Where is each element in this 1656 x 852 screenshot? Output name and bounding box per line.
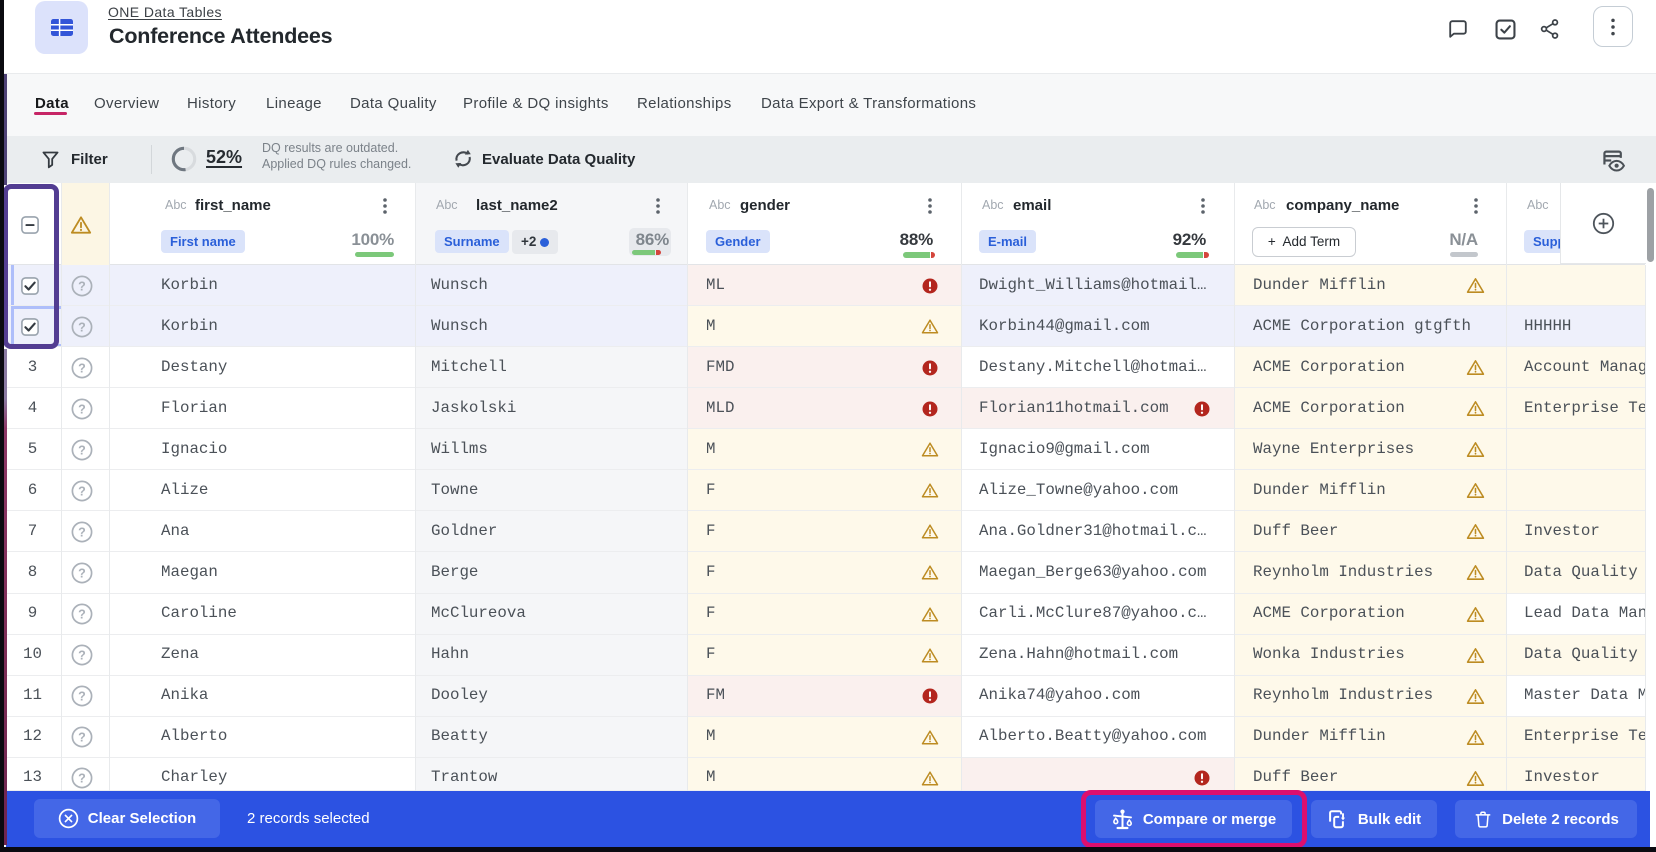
- svg-text:?: ?: [78, 690, 86, 704]
- svg-text:?: ?: [78, 320, 86, 334]
- svg-text:?: ?: [78, 361, 86, 375]
- svg-text:?: ?: [78, 279, 86, 293]
- svg-text:?: ?: [78, 731, 86, 745]
- svg-text:?: ?: [78, 443, 86, 457]
- svg-text:?: ?: [78, 607, 86, 621]
- svg-text:?: ?: [78, 525, 86, 539]
- svg-text:?: ?: [78, 484, 86, 498]
- svg-text:?: ?: [78, 649, 86, 663]
- svg-text:?: ?: [78, 566, 86, 580]
- svg-text:?: ?: [78, 402, 86, 416]
- svg-text:?: ?: [78, 772, 86, 786]
